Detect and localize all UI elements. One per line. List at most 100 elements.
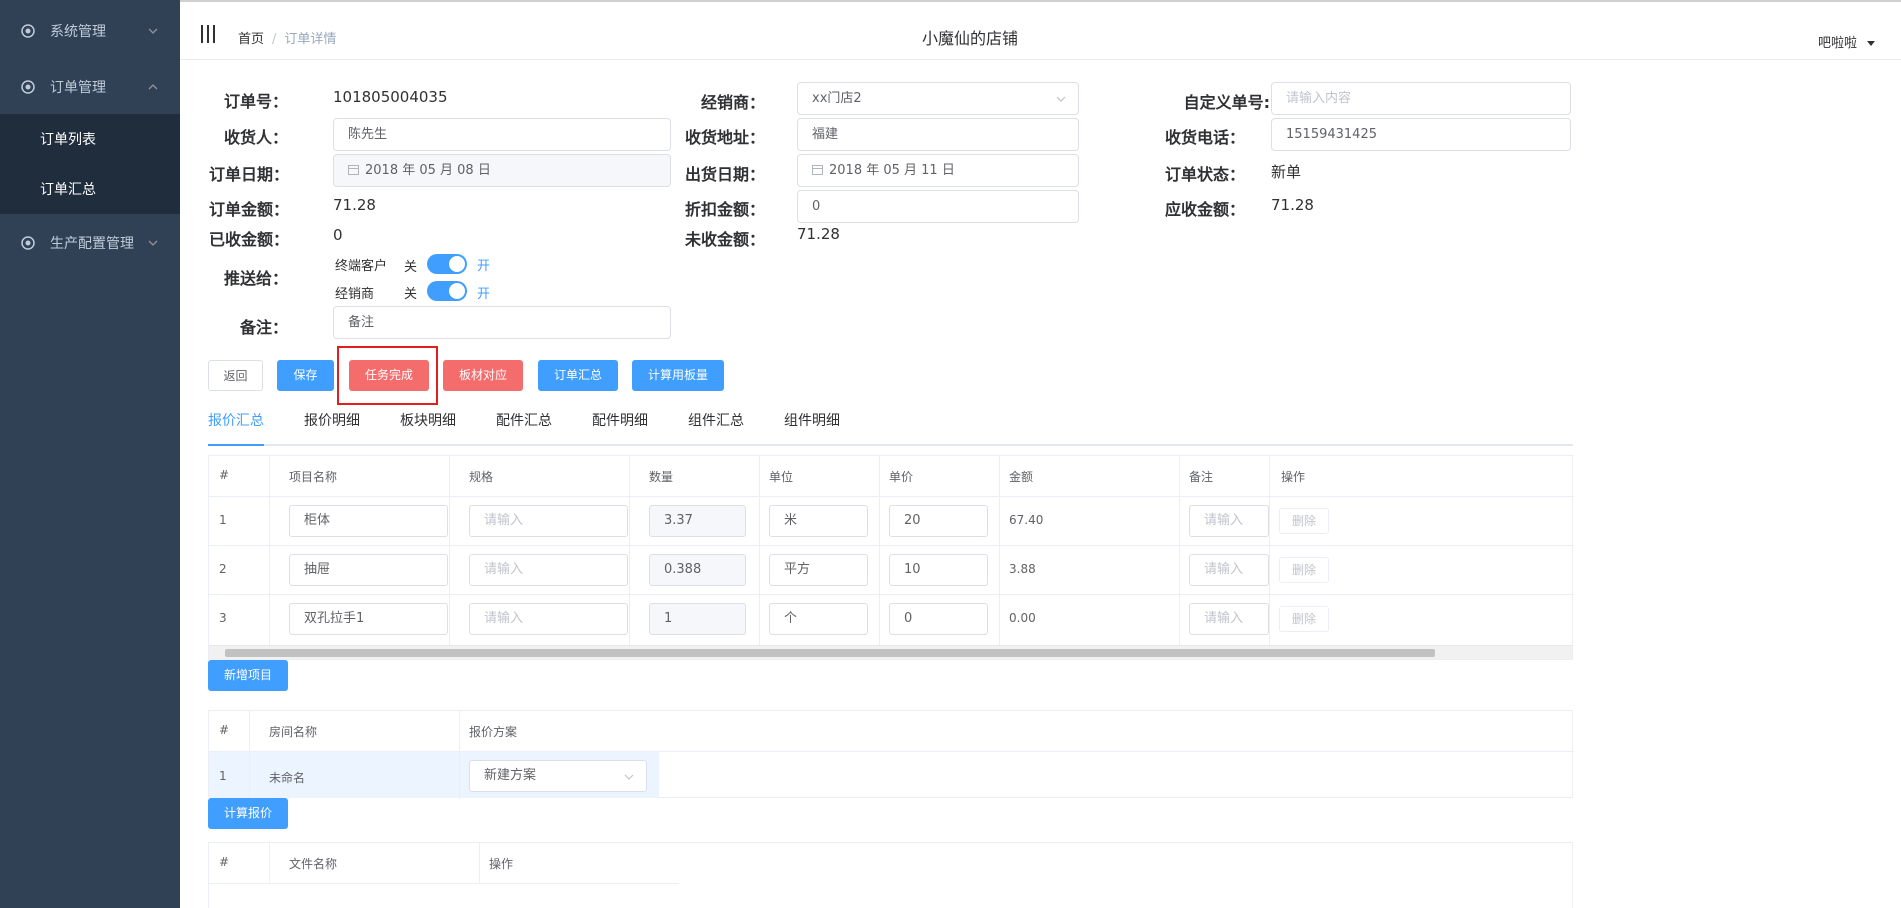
item-name-input[interactable]: 柜体 <box>289 505 448 537</box>
file-table: # 文件名称 操作 <box>208 842 1573 908</box>
tab-quote-detail[interactable]: 报价明细 <box>304 412 360 444</box>
row-index: 1 <box>219 513 227 527</box>
switch-off-text: 关 <box>404 287 418 302</box>
task-done-button[interactable]: 任务完成 <box>349 360 429 391</box>
board-match-button[interactable]: 板材对应 <box>443 360 523 391</box>
delete-button[interactable]: 删除 <box>1279 557 1329 583</box>
price-input[interactable]: 0 <box>889 603 988 635</box>
order-date-input[interactable]: 2018 年 05 月 08 日 <box>333 154 671 187</box>
tab-panel-detail[interactable]: 板块明细 <box>400 412 456 444</box>
received-label: 已收金额： <box>208 230 289 249</box>
unit-input[interactable]: 个 <box>769 603 868 635</box>
amount-cell: 67.40 <box>1009 513 1044 527</box>
price-input[interactable]: 20 <box>889 505 988 537</box>
receiver-input[interactable]: 陈先生 <box>333 118 671 151</box>
item-name-input[interactable]: 双孔拉手1 <box>289 603 448 635</box>
calc-board-button[interactable]: 计算用板量 <box>632 360 724 391</box>
back-button[interactable]: 返回 <box>208 360 263 391</box>
col-header: 单价 <box>889 470 914 484</box>
remark-input[interactable]: 请输入 <box>1189 603 1269 635</box>
main-content: 订单号： 101805004035 经销商： xx门店2 自定义单号: 请输入内… <box>180 60 1901 908</box>
col-header: 报价方案 <box>469 725 518 739</box>
calc-quote-button[interactable]: 计算报价 <box>208 798 288 829</box>
chevron-down-icon <box>148 28 158 34</box>
col-header: 金额 <box>1009 470 1034 484</box>
dealer-label: 经销商： <box>700 93 765 112</box>
tab-component-summary[interactable]: 组件汇总 <box>688 412 744 444</box>
delete-button[interactable]: 删除 <box>1279 508 1329 534</box>
caret-down-icon <box>1867 41 1875 46</box>
user-menu[interactable]: 吧啦啦 <box>1818 32 1875 51</box>
gear-icon <box>20 23 36 39</box>
status-label: 订单状态： <box>1164 165 1245 184</box>
discount-input[interactable]: 0 <box>797 190 1079 223</box>
address-input[interactable]: 福建 <box>797 118 1079 151</box>
menu-item-production-config[interactable]: 生产配置管理 <box>0 212 180 274</box>
discount-label: 折扣金额： <box>684 200 765 219</box>
menu-item-order[interactable]: 订单管理 <box>0 56 180 118</box>
row-index: 2 <box>219 562 227 576</box>
breadcrumb-home[interactable]: 首页 <box>238 32 264 47</box>
room-name: 未命名 <box>269 771 306 785</box>
col-header: 项目名称 <box>289 470 338 484</box>
col-header: # <box>219 723 230 737</box>
ship-date-label: 出货日期： <box>684 165 765 184</box>
horizontal-scrollbar[interactable] <box>209 645 1572 659</box>
hamburger-icon[interactable] <box>200 25 216 43</box>
col-header: 房间名称 <box>269 725 318 739</box>
menu-label: 订单管理 <box>50 80 106 96</box>
breadcrumb: 首页 / 订单详情 <box>238 28 336 47</box>
menu-label: 生产配置管理 <box>50 236 134 252</box>
amount-cell: 0.00 <box>1009 611 1036 625</box>
col-header: 规格 <box>469 470 494 484</box>
row-index: 3 <box>219 611 227 625</box>
unit-input[interactable]: 米 <box>769 505 868 537</box>
push-dealer-label: 经销商 <box>335 287 375 302</box>
push-customer-switch[interactable] <box>427 254 467 274</box>
push-dealer-switch[interactable] <box>427 281 467 301</box>
ship-date-input[interactable]: 2018 年 05 月 11 日 <box>797 154 1079 187</box>
dealer-value: xx门店2 <box>812 91 862 106</box>
tab-quote-summary[interactable]: 报价汇总 <box>208 412 264 446</box>
submenu-item-order-list[interactable]: 订单列表 <box>0 114 180 164</box>
add-item-button[interactable]: 新增项目 <box>208 660 288 691</box>
qty-input: 3.37 <box>649 505 746 537</box>
chevron-down-icon <box>624 774 634 780</box>
sidebar: 系统管理 订单管理 订单列表 订单汇总 生产配置管理 <box>0 0 180 908</box>
phone-input[interactable]: 15159431425 <box>1271 118 1571 151</box>
ship-date-value: 2018 年 05 月 11 日 <box>829 163 955 178</box>
submenu-item-order-summary[interactable]: 订单汇总 <box>0 164 180 214</box>
order-no-value: 101805004035 <box>333 88 448 106</box>
gear-icon <box>20 235 36 251</box>
breadcrumb-current: 订单详情 <box>284 32 337 47</box>
spec-input[interactable]: 请输入 <box>469 554 628 586</box>
tab-accessory-detail[interactable]: 配件明细 <box>592 412 648 444</box>
remark-input[interactable]: 请输入 <box>1189 554 1269 586</box>
col-header: 数量 <box>649 470 674 484</box>
item-name-input[interactable]: 抽屉 <box>289 554 448 586</box>
remark-input[interactable]: 请输入 <box>1189 505 1269 537</box>
spec-input[interactable]: 请输入 <box>469 603 628 635</box>
dealer-select[interactable]: xx门店2 <box>797 82 1079 115</box>
scrollbar-thumb[interactable] <box>225 649 1435 657</box>
save-button[interactable]: 保存 <box>277 360 334 391</box>
room-table: # 房间名称 报价方案 1 未命名 新建方案 <box>208 710 1574 799</box>
spec-input[interactable]: 请输入 <box>469 505 628 537</box>
menu-item-system[interactable]: 系统管理 <box>0 0 180 62</box>
col-header: # <box>219 855 230 869</box>
chevron-up-icon <box>148 84 158 90</box>
unreceived-value: 71.28 <box>797 225 840 243</box>
price-input[interactable]: 10 <box>889 554 988 586</box>
header: 首页 / 订单详情 小魔仙的店铺 吧啦啦 <box>180 2 1901 60</box>
delete-button[interactable]: 删除 <box>1279 606 1329 632</box>
order-summary-button[interactable]: 订单汇总 <box>538 360 618 391</box>
custom-no-input[interactable]: 请输入内容 <box>1271 82 1571 115</box>
user-name: 吧啦啦 <box>1817 36 1857 51</box>
tab-accessory-summary[interactable]: 配件汇总 <box>496 412 552 444</box>
order-no-label: 订单号： <box>223 92 288 111</box>
phone-label: 收货电话： <box>1164 128 1245 147</box>
remark-input[interactable]: 备注 <box>333 306 671 339</box>
unit-input[interactable]: 平方 <box>769 554 868 586</box>
tab-component-detail[interactable]: 组件明细 <box>784 412 840 444</box>
quote-plan-select[interactable]: 新建方案 <box>469 760 647 792</box>
